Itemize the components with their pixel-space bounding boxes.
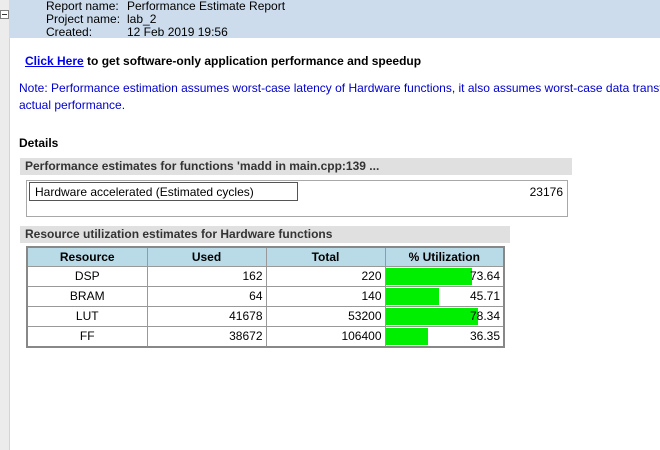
total-cell: 140 <box>265 285 386 307</box>
table-row: LUT 41678 53200 78.34 <box>26 305 505 327</box>
col-header-total: Total <box>265 246 386 267</box>
project-name-value: lab_2 <box>127 12 157 26</box>
utilization-cell: 73.64 <box>384 265 505 287</box>
resource-cell: FF <box>26 325 148 347</box>
cta-text: to get software-only application perform… <box>83 54 422 68</box>
collapse-icon[interactable] <box>0 10 9 19</box>
hw-accelerated-cycles: 23176 <box>529 185 563 199</box>
table-row: FF 38672 106400 36.35 <box>26 325 505 347</box>
total-cell: 220 <box>265 265 386 287</box>
table-header-row: Resource Used Total % Utilization <box>26 246 505 267</box>
used-cell: 38672 <box>146 325 267 347</box>
performance-note: Note: Performance estimation assumes wor… <box>19 80 660 114</box>
col-header-resource: Resource <box>26 246 148 267</box>
resource-cell: BRAM <box>26 285 148 307</box>
cta-line: Click Here to get software-only applicat… <box>25 54 421 68</box>
used-cell: 41678 <box>146 305 267 327</box>
utilization-value: 45.71 <box>469 288 500 303</box>
used-cell: 162 <box>146 265 267 287</box>
utilization-value: 73.64 <box>469 268 500 283</box>
used-cell: 64 <box>146 285 267 307</box>
left-gutter <box>0 0 10 450</box>
perf-section-title: Performance estimates for functions 'mad… <box>20 158 572 175</box>
details-heading: Details <box>19 136 59 150</box>
resource-cell: LUT <box>26 305 148 327</box>
utilization-value: 78.34 <box>469 308 500 323</box>
note-line-1: Note: Performance estimation assumes wor… <box>19 81 660 95</box>
utilization-cell: 36.35 <box>384 325 505 347</box>
hw-accelerated-label: Hardware accelerated (Estimated cycles) <box>29 182 298 201</box>
created-value: 12 Feb 2019 19:56 <box>127 25 228 39</box>
resource-cell: DSP <box>26 265 148 287</box>
perf-estimate-box: Hardware accelerated (Estimated cycles) … <box>26 180 568 217</box>
resource-utilization-table: Resource Used Total % Utilization DSP 16… <box>26 246 505 348</box>
report-header: Report name: Performance Estimate Report … <box>9 0 660 39</box>
created-row: Created: 12 Feb 2019 19:56 <box>46 26 228 39</box>
utilization-cell: 45.71 <box>384 285 505 307</box>
note-line-2: actual performance. <box>19 98 126 112</box>
resource-section-title: Resource utilization estimates for Hardw… <box>20 226 510 243</box>
utilization-value: 36.35 <box>469 328 500 343</box>
table-row: BRAM 64 140 45.71 <box>26 285 505 307</box>
utilization-cell: 78.34 <box>384 305 505 327</box>
col-header-used: Used <box>146 246 267 267</box>
total-cell: 53200 <box>265 305 386 327</box>
click-here-link[interactable]: Click Here <box>25 54 84 68</box>
table-row: DSP 162 220 73.64 <box>26 265 505 287</box>
col-header-utilization: % Utilization <box>384 246 505 267</box>
total-cell: 106400 <box>265 325 386 347</box>
created-label: Created: <box>46 25 93 39</box>
